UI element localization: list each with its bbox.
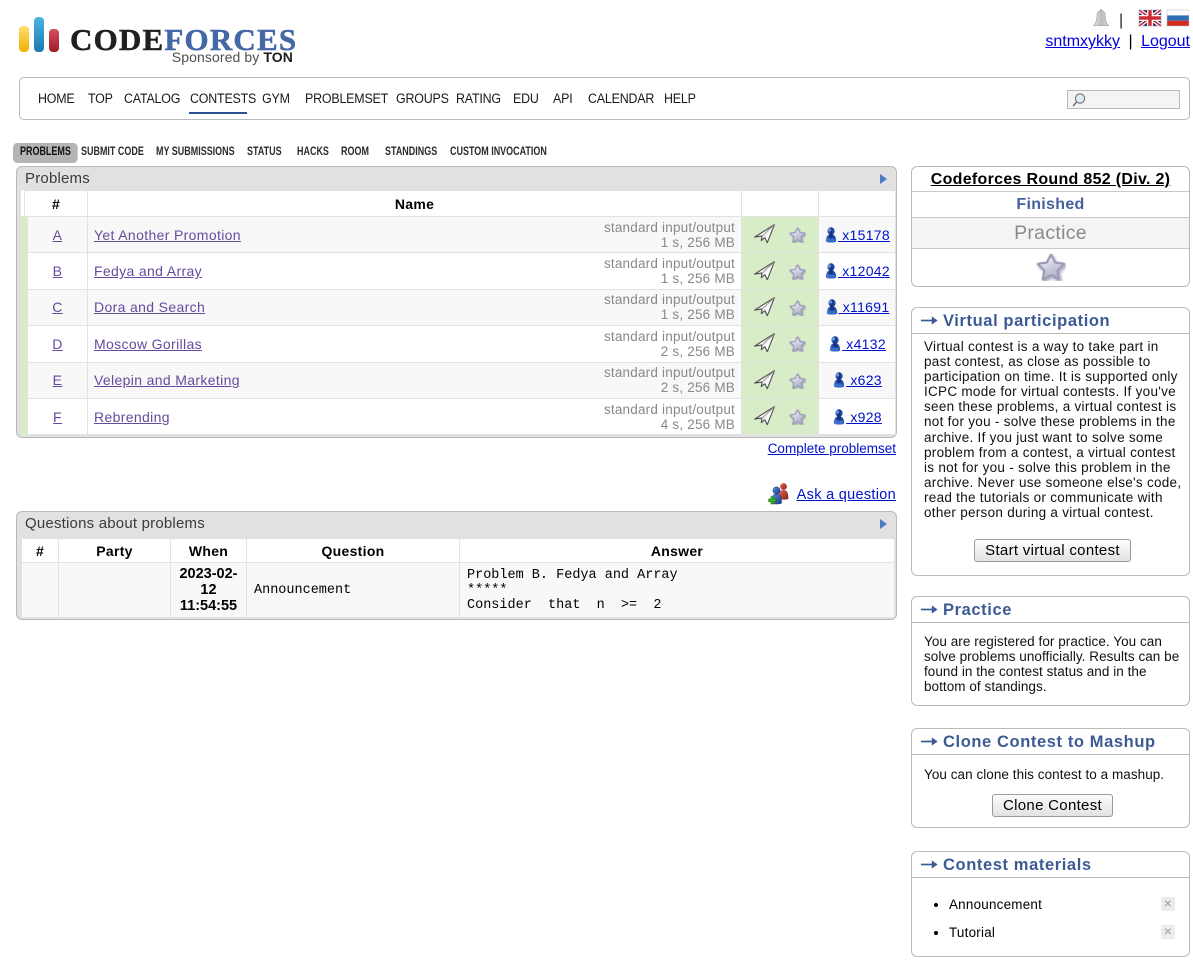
svg-text:|: |	[1119, 12, 1123, 29]
